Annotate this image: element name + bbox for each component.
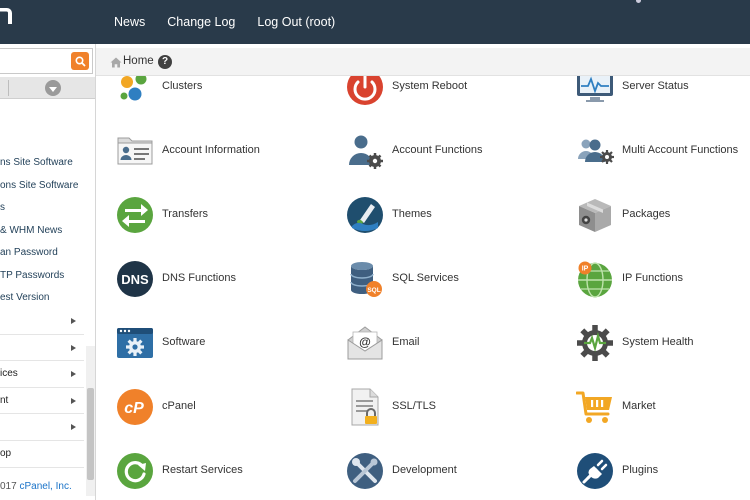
tile-label: Software xyxy=(162,336,206,348)
tile-label: cPanel xyxy=(162,400,196,412)
gear-pulse-icon xyxy=(577,325,613,361)
tile-label: DNS Functions xyxy=(162,272,236,284)
home-icon[interactable] xyxy=(110,57,122,68)
tile-label: Development xyxy=(392,464,457,476)
top-bar: News Change Log Log Out (root) xyxy=(0,0,750,44)
users-gear-icon xyxy=(578,139,614,164)
nav-logout-link[interactable]: Log Out (root) xyxy=(257,15,335,29)
logo-icon xyxy=(0,8,12,24)
sidebar-search xyxy=(0,48,93,74)
globe-ip-icon: IP xyxy=(578,261,612,298)
tile-label: Clusters xyxy=(162,80,203,92)
sidebar-scrollbar[interactable] xyxy=(86,346,95,496)
sidebar-link[interactable]: est Version xyxy=(0,287,95,310)
top-navigation: News Change Log Log Out (root) xyxy=(114,0,357,44)
tile-label: System Reboot xyxy=(392,80,468,92)
top-indicator xyxy=(636,0,641,3)
package-box-icon xyxy=(579,199,611,232)
tile-label: Restart Services xyxy=(162,464,243,476)
scrollbar-thumb[interactable] xyxy=(87,388,94,480)
sidebar-group[interactable]: op xyxy=(0,440,84,468)
sidebar-group[interactable] xyxy=(0,414,84,441)
lock-document-icon xyxy=(351,388,379,426)
sidebar-group[interactable] xyxy=(0,334,84,362)
transfer-arrows-icon xyxy=(117,197,153,233)
tile-label: Server Status xyxy=(622,80,689,92)
breadcrumb-home-link[interactable]: Home xyxy=(123,55,154,67)
sidebar-group-label: op xyxy=(0,447,12,459)
id-card-icon xyxy=(117,137,153,165)
copyright-text: 017 xyxy=(0,481,20,492)
shopping-cart-icon xyxy=(576,391,612,423)
help-icon[interactable]: ? xyxy=(158,55,172,69)
cpanel-logo-icon: cP xyxy=(117,389,153,425)
sidebar-link[interactable]: & WHM News xyxy=(0,220,95,243)
nav-change-log-link[interactable]: Change Log xyxy=(167,15,235,29)
tools-icon xyxy=(347,453,383,489)
tile-label: Account Functions xyxy=(392,144,483,156)
divider xyxy=(8,80,9,96)
software-window-icon xyxy=(117,328,153,358)
tile-label: Email xyxy=(392,336,420,348)
sidebar-collapse-bar xyxy=(0,77,95,99)
sidebar-link[interactable]: s xyxy=(0,197,95,220)
search-input[interactable] xyxy=(0,49,68,73)
sidebar-group[interactable]: nt xyxy=(0,387,84,415)
tile-label: Packages xyxy=(622,208,671,220)
cpanel-inc-link[interactable]: cPanel, Inc. xyxy=(19,481,71,492)
search-icon xyxy=(74,55,86,67)
plug-icon xyxy=(577,453,613,489)
copyright: 017 cPanel, Inc. xyxy=(0,481,72,492)
tile-label: System Health xyxy=(622,336,694,348)
user-gear-icon xyxy=(349,135,383,169)
nav-news-link[interactable]: News xyxy=(114,15,145,29)
expand-arrow-icon xyxy=(71,371,76,378)
search-button[interactable] xyxy=(71,52,89,70)
sidebar-link[interactable]: TP Passwords xyxy=(0,265,95,288)
svg-text:cP: cP xyxy=(124,400,144,417)
tile-label: Transfers xyxy=(162,208,209,220)
breadcrumb: Home ? xyxy=(96,48,750,76)
tile-label: Market xyxy=(622,400,656,412)
svg-text:IP: IP xyxy=(582,266,589,273)
collapse-toggle-icon[interactable] xyxy=(45,80,61,96)
restart-icon xyxy=(117,453,153,489)
clusters-icon xyxy=(120,76,147,101)
tile-label: Plugins xyxy=(622,464,659,476)
svg-text:DNS: DNS xyxy=(121,272,149,287)
tile-label: Themes xyxy=(392,208,432,220)
sidebar-link[interactable]: ons Site Software xyxy=(0,175,95,198)
dns-icon: DNS xyxy=(117,261,153,297)
sidebar-groups: ices nt op xyxy=(0,308,84,468)
sidebar-group[interactable]: ices xyxy=(0,361,84,388)
svg-text:SQL: SQL xyxy=(367,287,380,294)
sidebar-links: ns Site Software ons Site Software s & W… xyxy=(0,152,95,310)
sidebar-link[interactable]: ns Site Software xyxy=(0,152,95,175)
svg-text:@: @ xyxy=(359,335,371,349)
tile-label: Multi Account Functions xyxy=(622,144,739,156)
expand-arrow-icon xyxy=(71,397,76,404)
tile-label: SQL Services xyxy=(392,272,459,284)
sidebar-group-label: nt xyxy=(0,394,9,406)
expand-arrow-icon xyxy=(71,344,76,351)
tile-label: SSL/TLS xyxy=(392,400,437,412)
envelope-icon: @ xyxy=(347,326,383,360)
sidebar: ns Site Software ons Site Software s & W… xyxy=(0,44,96,500)
tile-label: Account Information xyxy=(162,144,260,156)
sidebar-link[interactable]: an Password xyxy=(0,242,95,265)
expand-arrow-icon xyxy=(71,424,76,431)
sidebar-group[interactable] xyxy=(0,308,84,335)
feature-grid: Clusters System Reboot Server Status Acc… xyxy=(96,76,750,500)
power-icon xyxy=(347,76,383,105)
monitor-icon xyxy=(577,76,613,102)
database-icon: SQL xyxy=(350,262,382,297)
expand-arrow-icon xyxy=(71,318,76,324)
sidebar-group-label: ices xyxy=(0,368,18,380)
tile-label: IP Functions xyxy=(622,272,683,284)
paint-brush-icon xyxy=(347,197,383,233)
